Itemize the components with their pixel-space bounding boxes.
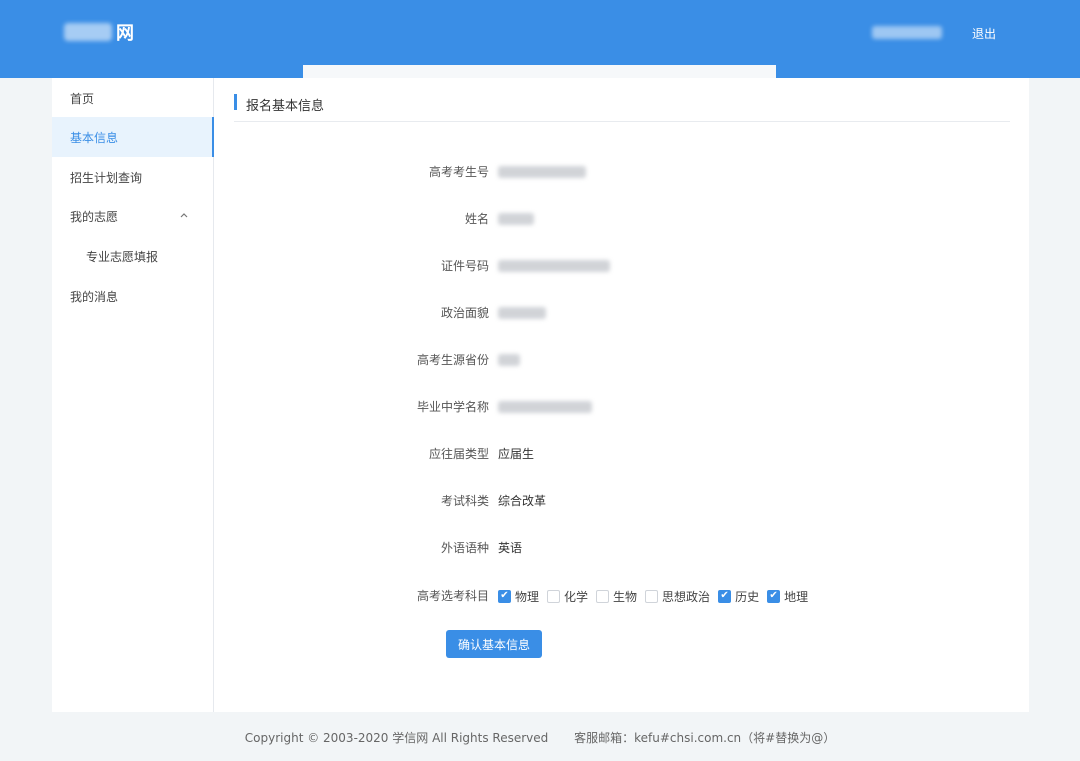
field-value-blurred: [498, 307, 546, 319]
chevron-up-icon[interactable]: [180, 210, 188, 221]
logo-text: 网: [116, 23, 135, 44]
checkbox-checked-icon[interactable]: ✔: [498, 589, 511, 603]
field-row-foreign-language: 外语语种 英语: [214, 538, 1029, 558]
logo-blurred-mark: [64, 23, 112, 41]
subjects-group: ✔ 物理 化学 生物 思想政治 ✔ 历史 ✔ 地理: [498, 586, 816, 606]
checkbox-unchecked-icon[interactable]: [547, 589, 561, 603]
subject-label: 化学: [564, 589, 589, 604]
field-row-high-school: 毕业中学名称: [214, 397, 1029, 417]
subject-label: 地理: [784, 589, 809, 604]
field-value: 英语: [498, 541, 523, 555]
page-footer: Copyright © 2003-2020 学信网 All Rights Res…: [0, 729, 1080, 746]
sidebar-item-label: 我的志愿: [70, 209, 119, 224]
field-value-blurred: [498, 213, 534, 225]
field-row-exam-number: 高考考生号: [214, 162, 1029, 182]
site-logo[interactable]: 网: [64, 18, 150, 46]
sidebar: 首页 基本信息 招生计划查询 我的志愿 专业志愿填报 我的消息: [52, 78, 214, 712]
sidebar-item-my-messages[interactable]: 我的消息: [52, 276, 214, 316]
field-label: 姓名: [464, 212, 489, 226]
field-row-source-province: 高考生源省份: [214, 350, 1029, 370]
username-blurred: [872, 26, 942, 39]
checkbox-unchecked-icon[interactable]: [596, 589, 610, 603]
field-label: 考试科类: [440, 494, 489, 508]
logout-link[interactable]: 退出: [972, 25, 996, 42]
field-row-name: 姓名: [214, 209, 1029, 229]
field-value: 综合改革: [498, 494, 547, 508]
field-value-blurred: [498, 166, 586, 178]
field-row-id-number: 证件号码: [214, 256, 1029, 276]
subject-physics[interactable]: ✔ 物理: [498, 588, 539, 605]
sidebar-item-major-choice-fill[interactable]: 专业志愿填报: [52, 236, 214, 276]
checkbox-checked-icon[interactable]: ✔: [767, 589, 781, 603]
footer-copyright: Copyright © 2003-2020 学信网 All Rights Res…: [244, 731, 549, 745]
sidebar-item-label: 首页: [70, 91, 95, 106]
field-value-blurred: [498, 260, 610, 272]
sidebar-item-label: 专业志愿填报: [86, 249, 159, 264]
content-area: 报名基本信息 高考考生号 姓名 证件号码 政治面貌 高考生源省份 毕业中学名称 …: [214, 78, 1029, 712]
header-divider-strip: [303, 65, 776, 78]
field-row-political-status: 政治面貌: [214, 303, 1029, 323]
subject-politics[interactable]: 思想政治: [645, 588, 710, 605]
subject-chemistry[interactable]: 化学: [547, 588, 588, 605]
subject-geography[interactable]: ✔ 地理: [767, 588, 808, 605]
section-header: 报名基本信息: [234, 92, 1010, 122]
section-accent-bar: [234, 94, 237, 110]
field-label: 高考考生号: [428, 165, 489, 179]
subject-biology[interactable]: 生物: [596, 588, 637, 605]
field-label: 政治面貌: [440, 306, 489, 320]
sidebar-item-basic-info[interactable]: 基本信息: [52, 117, 214, 157]
subject-label: 物理: [515, 589, 540, 604]
footer-service-email: 客服邮箱：kefu#chsi.com.cn（将#替换为@）: [574, 731, 836, 745]
field-label: 证件号码: [440, 259, 489, 273]
subject-label: 生物: [613, 589, 638, 604]
field-row-elective-subjects: 高考选考科目 ✔ 物理 化学 生物 思想政治 ✔ 历史 ✔ 地理: [214, 586, 1029, 606]
sidebar-item-home[interactable]: 首页: [52, 78, 214, 118]
subject-label: 历史: [735, 589, 760, 604]
checkbox-checked-icon[interactable]: ✔: [718, 589, 732, 603]
sidebar-item-enrollment-plan[interactable]: 招生计划查询: [52, 157, 214, 197]
field-label: 高考生源省份: [416, 353, 489, 367]
field-label: 高考选考科目: [416, 589, 489, 603]
field-label: 外语语种: [440, 541, 489, 555]
field-row-exam-category: 考试科类 综合改革: [214, 491, 1029, 511]
subject-history[interactable]: ✔ 历史: [718, 588, 759, 605]
field-label: 应往届类型: [428, 447, 489, 461]
field-row-graduate-type: 应往届类型 应届生: [214, 444, 1029, 464]
section-title: 报名基本信息: [246, 99, 325, 114]
sidebar-item-label: 招生计划查询: [70, 170, 143, 185]
subject-label: 思想政治: [662, 589, 711, 604]
field-label: 毕业中学名称: [416, 400, 489, 414]
sidebar-item-label: 我的消息: [70, 289, 119, 304]
confirm-basic-info-button[interactable]: 确认基本信息: [446, 630, 542, 658]
checkbox-unchecked-icon[interactable]: [645, 589, 659, 603]
field-value-blurred: [498, 401, 592, 413]
field-value: 应届生: [498, 447, 535, 461]
field-value-blurred: [498, 354, 520, 366]
main-panel: 首页 基本信息 招生计划查询 我的志愿 专业志愿填报 我的消息 报名基本信息 高…: [52, 78, 1029, 712]
sidebar-item-my-choices[interactable]: 我的志愿: [52, 196, 214, 236]
sidebar-item-label: 基本信息: [70, 130, 119, 145]
